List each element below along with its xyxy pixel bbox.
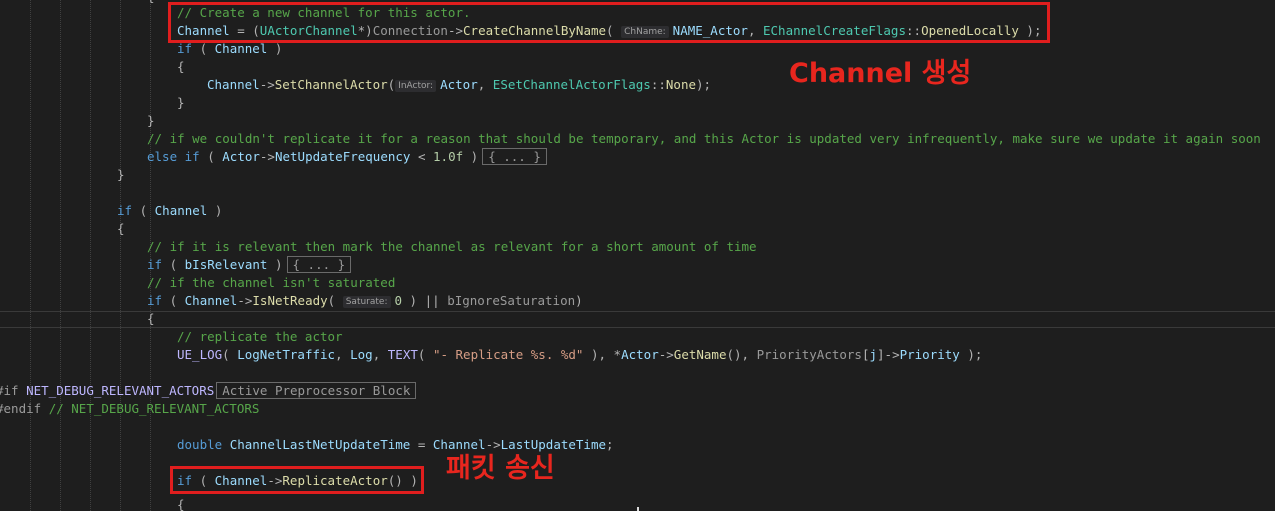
- code-line: }: [177, 95, 185, 110]
- code-line: // replicate the actor: [177, 329, 343, 344]
- code-line: {: [177, 497, 185, 511]
- indent-guide: [90, 0, 91, 511]
- code-line: {: [117, 221, 125, 236]
- code-line: double ChannelLastNetUpdateTime = Channe…: [177, 437, 614, 452]
- code-line: // if the channel isn't saturated: [147, 275, 396, 290]
- code-line: {: [147, 311, 155, 326]
- code-line: if ( Channel->IsNetReady( Saturate: 0 ) |…: [147, 293, 583, 308]
- code-line: UE_LOG( LogNetTraffic, Log, TEXT( "- Rep…: [177, 347, 983, 362]
- indent-guide: [120, 0, 121, 511]
- preprocessor-block-button[interactable]: Active Preprocessor Block: [216, 382, 417, 399]
- annotation-packet-send: 패킷 송신: [446, 453, 555, 484]
- code-line: else if ( Actor->NetUpdateFrequency < 1.…: [147, 148, 547, 166]
- text-cursor: [637, 507, 639, 511]
- collapsed-block-button[interactable]: { ... }: [482, 148, 547, 165]
- code-line: if ( bIsRelevant ){ ... }: [147, 256, 352, 274]
- code-line: {: [177, 59, 185, 74]
- inlay-hint: Saturate:: [342, 296, 391, 308]
- code-line: }: [147, 113, 155, 128]
- indent-guide: [60, 0, 61, 511]
- code-editor[interactable]: { // Create a new channel for this actor…: [0, 0, 1275, 511]
- code-line: Channel->SetChannelActor(InActor: Actor, …: [207, 77, 712, 92]
- code-line: #endif // NET_DEBUG_RELEVANT_ACTORS: [0, 401, 260, 416]
- current-line-highlight: [0, 311, 1275, 312]
- code-line: }: [117, 167, 125, 182]
- collapsed-block-button[interactable]: { ... }: [286, 256, 352, 273]
- code-line: if ( Channel ): [117, 203, 223, 218]
- annotation-channel-create: Channel 생성: [789, 58, 972, 89]
- channel-create-highlight-box: [168, 2, 1050, 43]
- code-line: // if it is relevant then mark the chann…: [147, 239, 757, 254]
- replicate-actor-highlight-box: [170, 466, 424, 494]
- inlay-hint: InActor:: [395, 80, 437, 92]
- code-line: {: [147, 0, 155, 6]
- indent-guide: [30, 0, 31, 511]
- code-line: #if NET_DEBUG_RELEVANT_ACTORSActive Prep…: [0, 382, 417, 400]
- code-line: // if we couldn't replicate it for a rea…: [147, 131, 1261, 146]
